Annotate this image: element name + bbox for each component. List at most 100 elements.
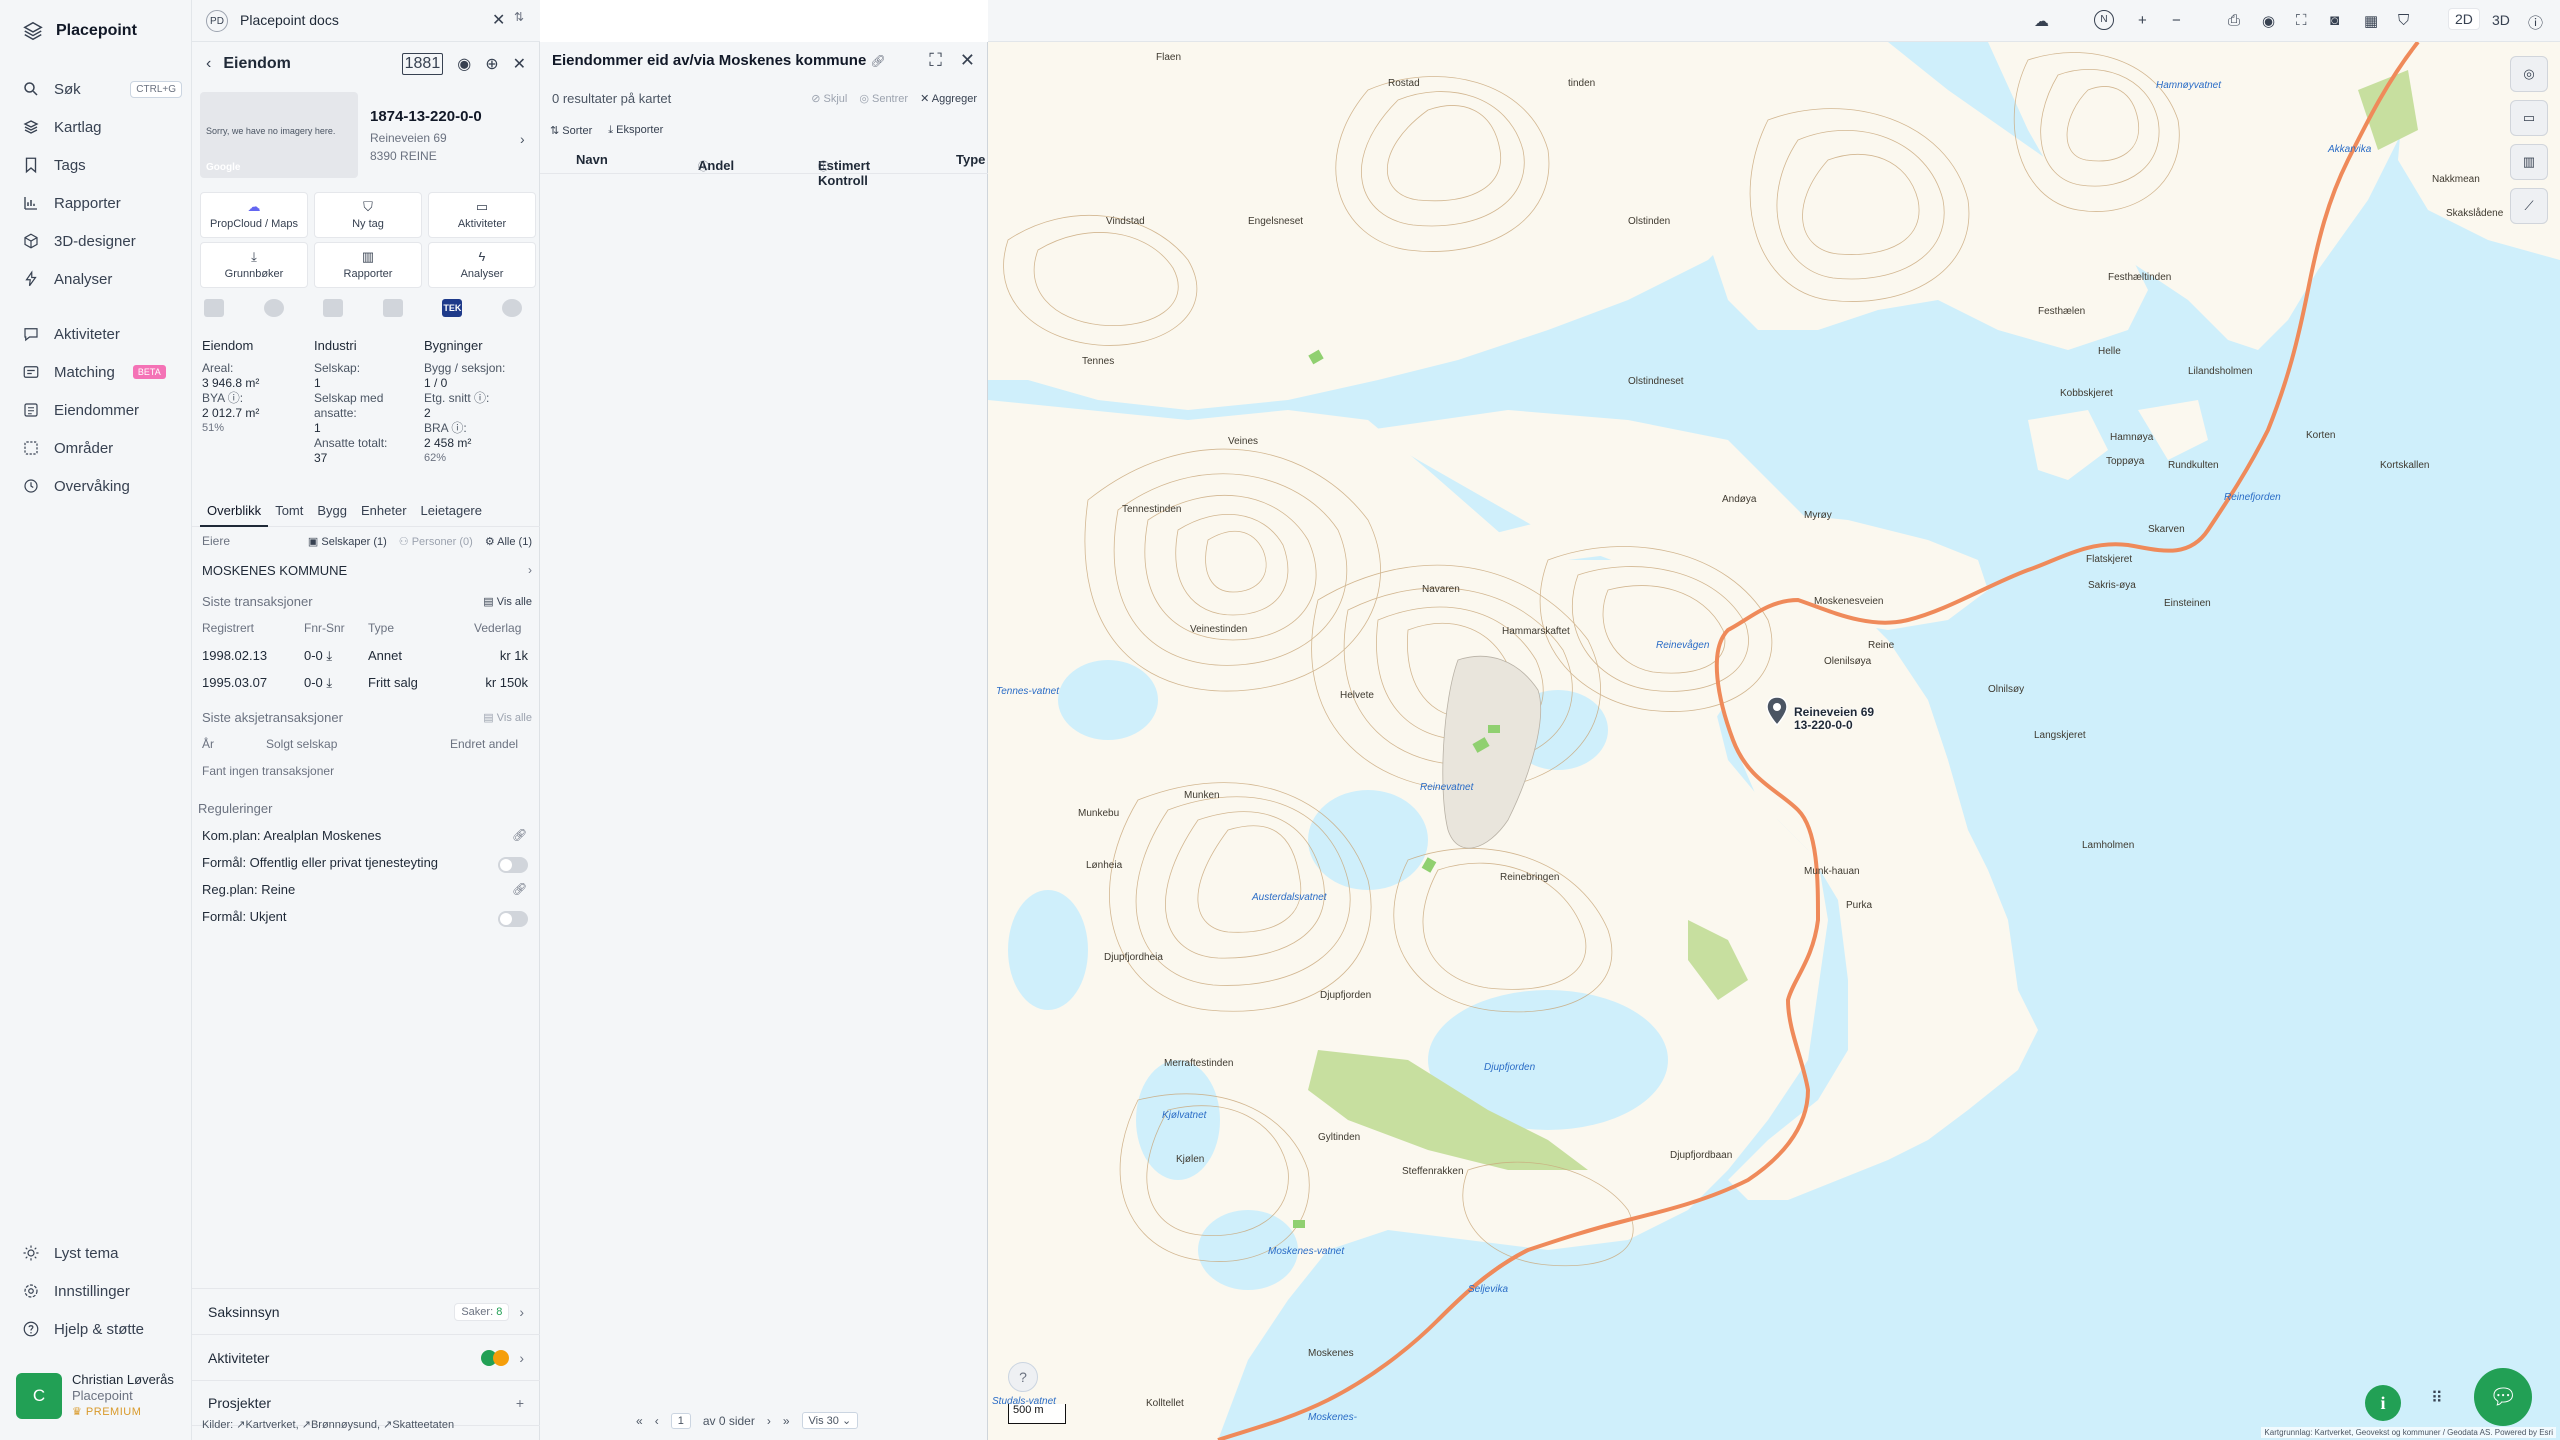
source-link[interactable]: ↗Skatteetaten [383, 1419, 454, 1431]
source-icon[interactable] [204, 299, 224, 317]
source-icon[interactable] [382, 299, 403, 317]
nav-item-kartlag[interactable]: Kartlag [22, 115, 182, 139]
filter-alle[interactable]: ⚙ Alle (1) [485, 535, 532, 548]
aggregate-button[interactable]: ✕ Aggreger [920, 92, 977, 105]
sort-button[interactable]: ⇅ Sorter [550, 124, 592, 137]
filter-selskaper[interactable]: ▣ Selskaper (1) [308, 535, 387, 548]
map-marker-icon[interactable] [1766, 696, 1788, 726]
regulation-toggle[interactable] [498, 911, 528, 927]
close-icon[interactable]: ✕ [960, 50, 975, 71]
workspace-name[interactable]: Placepoint docs [240, 12, 339, 28]
reports-button[interactable]: ▥ Rapporter [314, 242, 422, 288]
expand-icon[interactable]: ⛶ [929, 50, 942, 71]
weather-icon[interactable]: ☁ [2034, 12, 2049, 30]
chat-button[interactable]: 💬︎ [2474, 1368, 2532, 1426]
accordion-aktiviteter[interactable]: Aktiviteter › [192, 1334, 540, 1380]
grunnboker-button[interactable]: ⤓ Grunnbøker [200, 242, 308, 288]
map-view[interactable]: ☁ N + − ⎙ ◉ ⛶ ◙ ▦ ⛉ 2D 3D ⓘ ◎ ▭ ▥ ⟋ Rost… [988, 0, 2560, 1440]
nav-item-lyst-tema[interactable]: Lyst tema [22, 1241, 182, 1265]
tab-tomt[interactable]: Tomt [268, 497, 310, 527]
propcloud-button[interactable]: ☁ PropCloud / Maps [200, 192, 308, 238]
source-icon[interactable] [501, 299, 522, 317]
source-icon[interactable] [263, 299, 284, 317]
page-input[interactable]: 1 [670, 1412, 691, 1429]
eye-icon[interactable]: ◉ [457, 54, 471, 74]
mode-3d-button[interactable]: 3D [2492, 12, 2510, 28]
tab-bygg[interactable]: Bygg [310, 497, 354, 527]
nav-item-innstillinger[interactable]: Innstillinger [22, 1279, 182, 1303]
nav-item-rapporter[interactable]: Rapporter [22, 191, 182, 215]
nav-item-hjelp[interactable]: Hjelp & støtte [22, 1317, 182, 1341]
analyses-button[interactable]: ϟ Analyser [428, 242, 536, 288]
info-icon[interactable]: ⓘ [2528, 12, 2543, 33]
source-link[interactable]: ↗Kartverket, [236, 1419, 298, 1431]
nav-item-matching[interactable]: Matching BETA [22, 360, 182, 384]
export-button[interactable]: ⤓ Eksporter [608, 124, 663, 137]
brand[interactable]: Placepoint [22, 20, 137, 42]
info-button[interactable]: i [2365, 1385, 2401, 1421]
compass-icon[interactable]: N [2094, 10, 2114, 30]
map-layers-button[interactable]: ◎ [2510, 56, 2548, 92]
nav-item-overvaking[interactable]: Overvåking [22, 474, 182, 498]
download-icon[interactable]: ⤓ [326, 675, 332, 690]
property-image[interactable]: Sorry, we have no imagery here. Google [200, 92, 358, 178]
tx-fnr[interactable]: 0-0 ⤓ [304, 675, 332, 691]
nav-item-search[interactable]: Søk CTRL+G [22, 77, 182, 101]
filter-personer[interactable]: ⚇ Personer (0) [399, 535, 473, 548]
regulation-toggle[interactable] [498, 857, 528, 873]
chevron-updown-icon[interactable]: ⇅ [514, 10, 524, 24]
tag-1881-button[interactable]: 1881 [401, 53, 444, 75]
nav-item-aktiviteter[interactable]: Aktiviteter [22, 322, 182, 346]
grid-icon[interactable]: ▦ [2364, 12, 2378, 30]
next-page-icon[interactable]: › [767, 1414, 771, 1428]
tek-badge[interactable]: TEK [442, 299, 463, 317]
fullscreen-icon[interactable]: ⛶ [2296, 12, 2307, 29]
mode-2d-button[interactable]: 2D [2448, 8, 2480, 30]
column-header[interactable]: Type [956, 152, 985, 167]
link-icon[interactable]: 🔗︎ [512, 882, 527, 896]
chevron-right-icon[interactable]: › [520, 131, 525, 147]
prev-page-icon[interactable]: ‹ [655, 1414, 659, 1428]
activities-button[interactable]: ▭ Aktiviteter [428, 192, 536, 238]
nav-item-omrader[interactable]: Områder [22, 436, 182, 460]
link-icon[interactable]: 🔗︎ [512, 828, 527, 842]
owner-row[interactable]: MOSKENES KOMMUNE › [200, 560, 532, 580]
eye-icon[interactable]: ◉ [2262, 12, 2275, 30]
apps-grid-icon[interactable]: ⠿ [2431, 1388, 2443, 1408]
nav-item-analyser[interactable]: Analyser [22, 267, 182, 291]
close-icon[interactable]: ✕ [513, 54, 526, 74]
map-measure-button[interactable]: ▭ [2510, 100, 2548, 136]
accordion-saksinnsyn[interactable]: Saksinnsyn Saker: 8 › [192, 1288, 540, 1334]
tx-fnr[interactable]: 0-0 ⤓ [304, 648, 332, 664]
camera-icon[interactable]: ◙ [2330, 12, 2339, 29]
map-chart-button[interactable]: ▥ [2510, 144, 2548, 180]
add-icon[interactable]: ⊕ [485, 54, 498, 74]
first-page-icon[interactable]: « [636, 1414, 643, 1428]
hide-button[interactable]: ⊘ Skjul [811, 92, 847, 105]
center-button[interactable]: ◎ Sentrer [859, 92, 908, 105]
nav-item-tags[interactable]: Tags [22, 153, 182, 177]
source-icon[interactable] [323, 299, 344, 317]
back-arrow-icon[interactable]: ‹ [206, 55, 211, 73]
user-card[interactable]: C Christian Løverås Placepoint ♛ PREMIUM [16, 1371, 184, 1421]
close-icon[interactable]: ✕ [492, 10, 505, 30]
link-icon[interactable]: 🔗︎ [870, 54, 885, 68]
column-header[interactable]: Navn [576, 152, 608, 167]
nav-item-eiendommer[interactable]: Eiendommer [22, 398, 182, 422]
tab-overblikk[interactable]: Overblikk [200, 497, 269, 527]
source-link[interactable]: ↗Brønnøysund, [302, 1419, 380, 1431]
page-size-select[interactable]: Vis 30 ⌄ [801, 1412, 859, 1429]
bookmark-icon[interactable]: ⛉ [2398, 12, 2409, 29]
print-icon[interactable]: ⎙ [2228, 12, 2240, 29]
nav-item-3d-designer[interactable]: 3D-designer [22, 229, 182, 253]
help-icon[interactable]: ? [1008, 1362, 1038, 1392]
zoom-in-icon[interactable]: + [2138, 12, 2147, 29]
last-page-icon[interactable]: » [783, 1414, 790, 1428]
map-profile-button[interactable]: ⟋ [2510, 188, 2548, 224]
download-icon[interactable]: ⤓ [326, 648, 332, 663]
view-all-share-tx[interactable]: ▤ Vis alle [483, 711, 532, 724]
new-tag-button[interactable]: ⛉ Ny tag [314, 192, 422, 238]
tab-enheter[interactable]: Enheter [354, 497, 414, 527]
view-all-transactions[interactable]: ▤ Vis alle [483, 595, 532, 608]
zoom-out-icon[interactable]: − [2172, 12, 2181, 29]
